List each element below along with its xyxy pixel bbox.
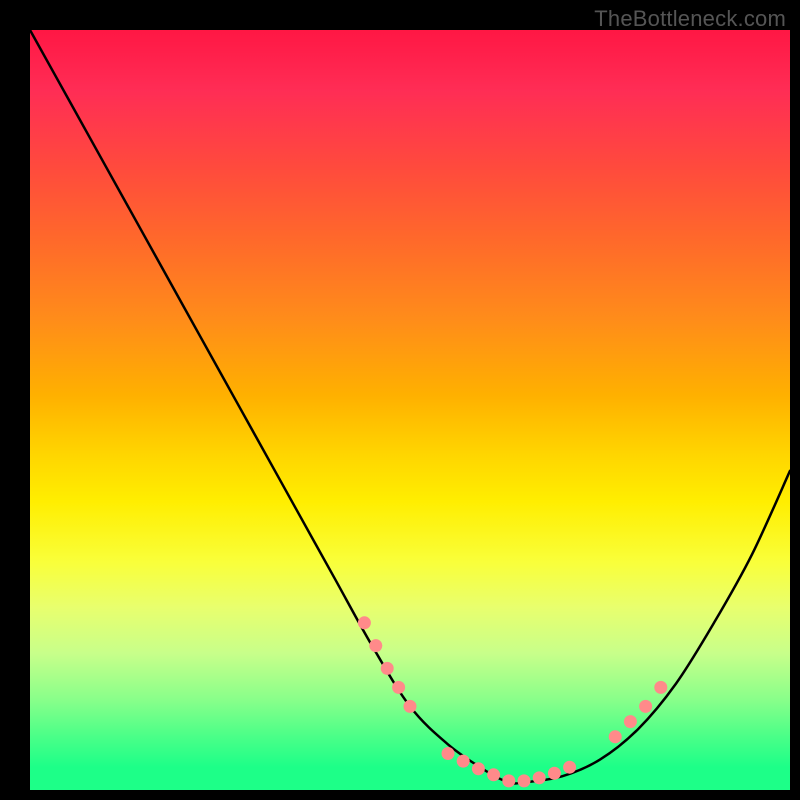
data-marker — [502, 774, 515, 787]
data-marker — [392, 681, 405, 694]
data-marker — [609, 730, 622, 743]
bottleneck-curve-svg — [30, 30, 790, 790]
data-marker — [381, 662, 394, 675]
data-marker — [624, 715, 637, 728]
data-marker — [654, 681, 667, 694]
data-marker — [358, 616, 371, 629]
data-marker — [518, 774, 531, 787]
data-marker — [369, 639, 382, 652]
data-marker — [472, 762, 485, 775]
watermark-label: TheBottleneck.com — [594, 6, 786, 32]
data-marker — [487, 768, 500, 781]
data-marker — [442, 747, 455, 760]
data-marker — [639, 700, 652, 713]
data-marker — [404, 700, 417, 713]
data-marker — [457, 755, 470, 768]
chart-plot-area — [30, 30, 790, 790]
data-marker — [533, 771, 546, 784]
data-markers-group — [358, 616, 667, 787]
bottleneck-curve-line — [30, 30, 790, 784]
data-marker — [548, 767, 561, 780]
data-marker — [563, 761, 576, 774]
